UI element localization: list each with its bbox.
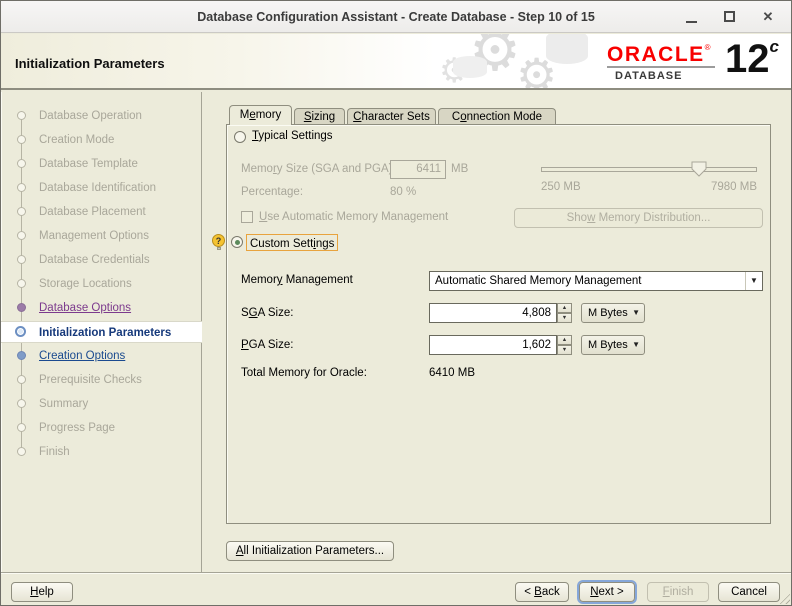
sidebar-item-storage-locations: Storage Locations <box>1 273 202 295</box>
sidebar-item-progress-page: Progress Page <box>1 417 202 439</box>
chevron-down-icon: ▼ <box>745 272 762 290</box>
custom-settings-radio[interactable] <box>231 236 243 248</box>
minimize-icon <box>686 21 697 23</box>
memory-slider-thumb <box>691 161 708 183</box>
memory-size-label: Memory Size (SGA and PGA): <box>241 163 396 175</box>
memory-size-field: 6411 <box>390 160 446 179</box>
pga-spin-down-icon[interactable]: ▼ <box>557 345 572 355</box>
window-title: Database Configuration Assistant - Creat… <box>197 10 595 24</box>
sga-unit-select[interactable]: M Bytes ▼ <box>581 303 645 323</box>
sga-size-label: SGA Size: <box>241 307 294 319</box>
step-bullet <box>17 279 26 288</box>
chevron-down-icon: ▼ <box>632 308 640 317</box>
maximize-button[interactable] <box>721 9 739 25</box>
step-bullet <box>17 375 26 384</box>
tab-memory[interactable]: Memory <box>229 105 292 125</box>
registered-mark: ® <box>704 43 711 52</box>
typical-settings-radio[interactable] <box>234 131 246 143</box>
step-bullet <box>17 423 26 432</box>
pga-unit-select[interactable]: M Bytes ▼ <box>581 335 645 355</box>
oracle-12c-logo: ORACLE® DATABASE 12c <box>597 37 785 86</box>
sidebar-item-creation-options[interactable]: Creation Options <box>1 345 202 367</box>
step-bullet <box>17 183 26 192</box>
step-bullet <box>17 447 26 456</box>
version-number: 12 <box>725 37 770 81</box>
custom-settings-focus: Custom Settings <box>246 234 339 251</box>
memory-management-select[interactable]: Automatic Shared Memory Management ▼ <box>429 271 763 291</box>
typical-settings-label: Typical Settings <box>252 130 333 142</box>
sidebar-item-creation-mode: Creation Mode <box>1 129 202 151</box>
help-button[interactable]: Help <box>11 582 73 602</box>
step-bullet <box>17 111 26 120</box>
step-bullet <box>17 159 26 168</box>
step-bullet <box>17 351 26 360</box>
sga-spin-up-icon[interactable]: ▲ <box>557 303 572 313</box>
sga-size-field[interactable]: 4,808 <box>429 303 557 323</box>
step-bullet <box>17 255 26 264</box>
sidebar-item-database-identification: Database Identification <box>1 177 202 199</box>
step-bullet <box>17 231 26 240</box>
close-button[interactable]: ✕ <box>759 9 777 25</box>
total-memory-label: Total Memory for Oracle: <box>241 367 367 379</box>
header-banner: Initialization Parameters ⚙ ⚙ ⚙ ORACLE® … <box>1 34 791 90</box>
back-button[interactable]: < Back <box>515 582 569 602</box>
page-title: Initialization Parameters <box>15 56 165 71</box>
oracle-database-label: DATABASE <box>615 70 683 82</box>
memory-management-label: Memory Management <box>241 274 353 286</box>
sidebar-item-summary: Summary <box>1 393 202 415</box>
database-cylinder-graphic <box>453 56 487 78</box>
total-memory-value: 6410 MB <box>429 367 476 379</box>
tab-character-sets[interactable]: Character Sets <box>347 108 436 125</box>
memory-slider-track <box>541 167 757 172</box>
sidebar-item-database-template: Database Template <box>1 153 202 175</box>
step-bullet <box>15 326 26 337</box>
show-memory-distribution-button: Show Memory Distribution... <box>514 208 763 228</box>
slider-max-label: 7980 MB <box>710 181 757 193</box>
title-bar: Database Configuration Assistant - Creat… <box>1 1 791 33</box>
step-bullet <box>17 207 26 216</box>
custom-settings-label: Custom Settings <box>250 238 335 250</box>
memory-size-unit-label: MB <box>451 163 469 175</box>
version-suffix: c <box>769 37 779 56</box>
oracle-brand: ORACLE <box>607 43 705 66</box>
next-button[interactable]: Next > <box>579 582 635 602</box>
dbca-window: Database Configuration Assistant - Creat… <box>0 0 792 606</box>
cancel-button[interactable]: Cancel <box>718 582 780 602</box>
finish-button: Finish <box>647 582 709 602</box>
use-amm-label: Use Automatic Memory Management <box>259 211 449 223</box>
sidebar-item-prerequisite-checks: Prerequisite Checks <box>1 369 202 391</box>
pga-size-label: PGA Size: <box>241 339 294 351</box>
sidebar-item-database-operation: Database Operation <box>1 105 202 127</box>
minimize-button[interactable] <box>683 9 701 25</box>
step-bullet <box>17 303 26 312</box>
percentage-label: Percentage: <box>241 186 304 198</box>
bottom-separator <box>1 572 791 574</box>
sidebar-item-database-placement: Database Placement <box>1 201 202 223</box>
sidebar-item-finish: Finish <box>1 441 202 463</box>
steps-sidebar: Database Operation Creation Mode Databas… <box>1 92 202 572</box>
use-amm-checkbox <box>241 211 253 223</box>
sga-spin-down-icon[interactable]: ▼ <box>557 313 572 323</box>
close-icon: ✕ <box>762 9 774 24</box>
sidebar-item-management-options: Management Options <box>1 225 202 247</box>
pga-size-field[interactable]: 1,602 <box>429 335 557 355</box>
chevron-down-icon: ▼ <box>632 340 640 349</box>
step-bullet <box>17 399 26 408</box>
sidebar-item-database-options[interactable]: Database Options <box>1 297 202 319</box>
logo-rule <box>607 66 715 68</box>
tab-sizing[interactable]: Sizing <box>294 108 345 125</box>
sidebar-item-database-credentials: Database Credentials <box>1 249 202 271</box>
sidebar-item-initialization-parameters: Initialization Parameters <box>1 321 202 343</box>
database-cylinder-graphic <box>546 34 588 64</box>
sga-size-stepper: ▲ ▼ <box>557 303 572 323</box>
tab-connection-mode[interactable]: Connection Mode <box>438 108 556 125</box>
maximize-icon <box>724 11 735 22</box>
hint-bulb-icon: ? <box>212 234 225 250</box>
all-initialization-parameters-button[interactable]: All Initialization Parameters... <box>226 541 394 561</box>
percentage-value: 80 % <box>390 186 417 198</box>
pga-spin-up-icon[interactable]: ▲ <box>557 335 572 345</box>
pga-size-stepper: ▲ ▼ <box>557 335 572 355</box>
step-bullet <box>17 135 26 144</box>
